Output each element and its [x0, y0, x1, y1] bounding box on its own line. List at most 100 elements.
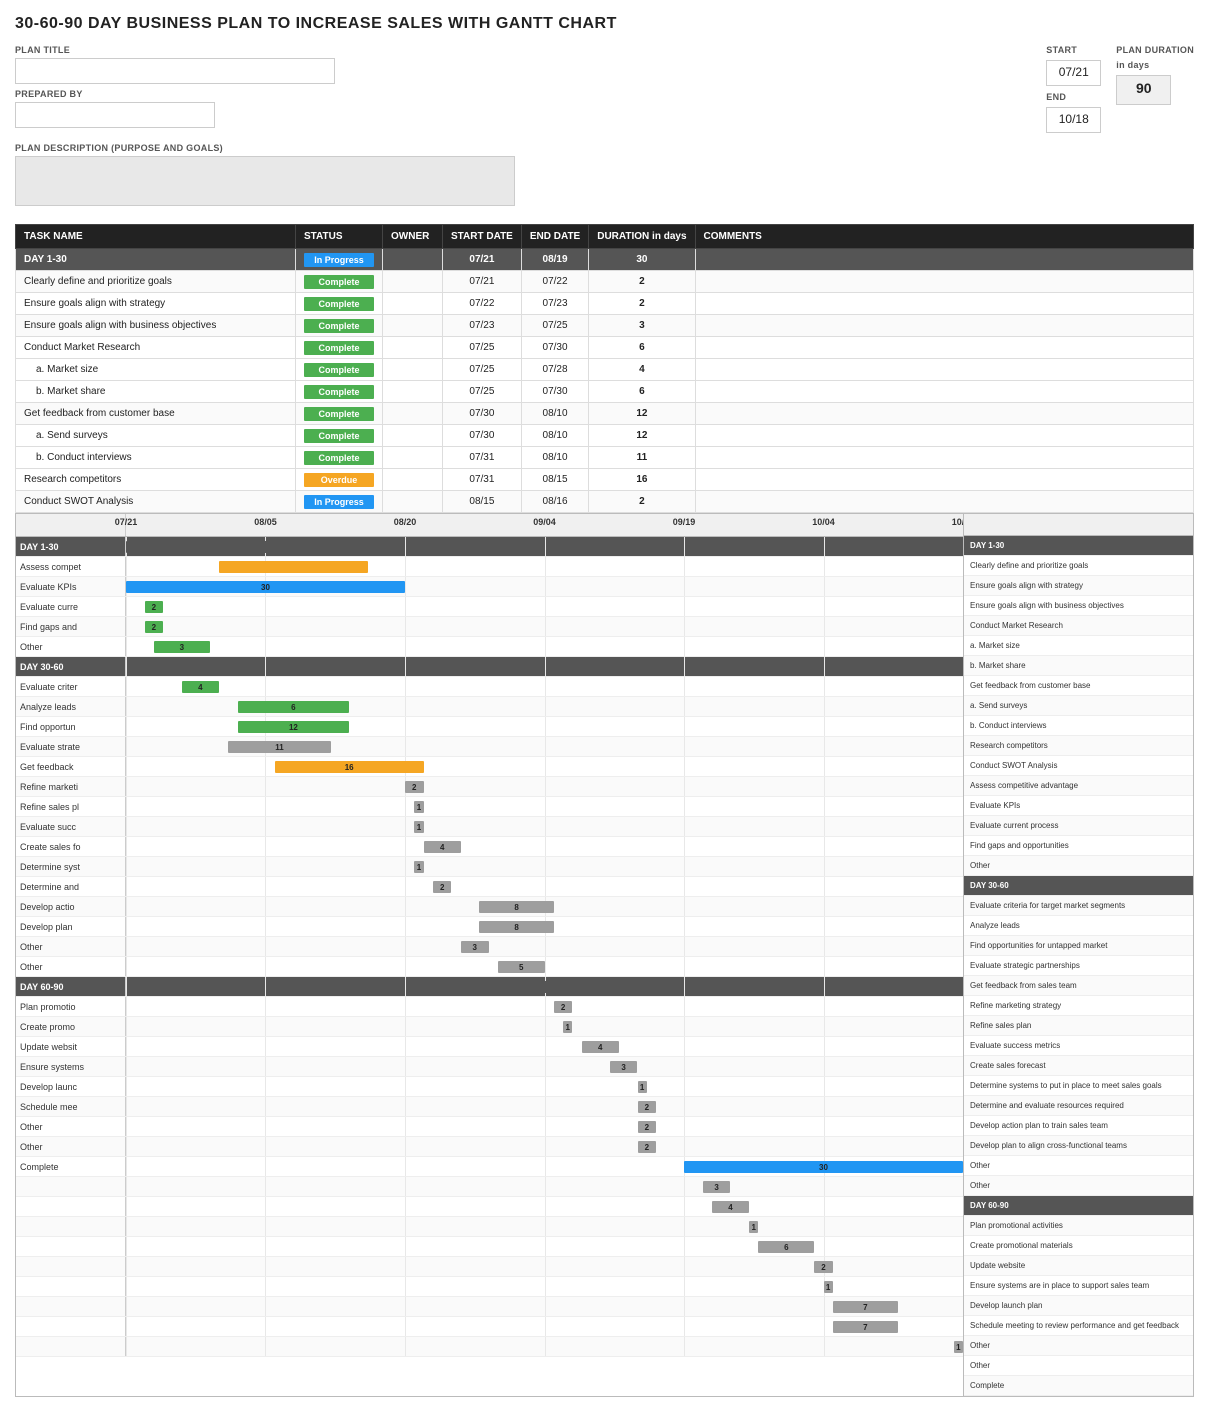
gantt-bar: 2: [433, 881, 452, 893]
gantt-bar-area: [126, 657, 963, 676]
gantt-bar: 1: [414, 801, 423, 813]
gantt-row: Evaluate strate11: [16, 737, 963, 757]
gantt-row: 1: [16, 1337, 963, 1357]
gantt-row-label: Evaluate criter: [16, 677, 126, 696]
task-duration: 2: [589, 271, 695, 293]
legend-item: Develop launch plan: [964, 1296, 1193, 1316]
gantt-bar-area: 8: [126, 917, 963, 936]
gantt-bar-area: 3: [126, 937, 963, 956]
gantt-bar: 16: [275, 761, 424, 773]
task-owner: [383, 315, 443, 337]
task-end: 07/25: [521, 315, 588, 337]
gantt-row: Create promo1: [16, 1017, 963, 1037]
gantt-bar-area: 6: [126, 697, 963, 716]
gantt-bar: 2: [814, 1261, 833, 1273]
gantt-bar-area: 5: [126, 957, 963, 976]
gantt-bar-area: 7: [126, 1297, 963, 1316]
description-input[interactable]: [15, 156, 515, 206]
task-duration: 3: [589, 315, 695, 337]
gantt-bar-area: 30: [126, 577, 963, 596]
legend-item: Get feedback from sales team: [964, 976, 1193, 996]
gantt-bar: 2: [405, 781, 424, 793]
gantt-row-label: Develop launc: [16, 1077, 126, 1096]
gantt-row-label: [16, 1297, 126, 1316]
gantt-row: 7: [16, 1297, 963, 1317]
task-comments: [695, 425, 1193, 447]
gantt-bar-area: 6: [126, 1237, 963, 1256]
gantt-bar-area: 2: [126, 1137, 963, 1156]
legend-item: Conduct SWOT Analysis: [964, 756, 1193, 776]
gantt-bar: 1: [638, 1081, 647, 1093]
legend-item: Find opportunities for untapped market: [964, 936, 1193, 956]
gantt-dates: 07/2108/0508/2009/0409/1910/0410/19: [126, 514, 963, 536]
task-comments: [695, 381, 1193, 403]
legend-item: DAY 60-90: [964, 1196, 1193, 1216]
legend-item: Other: [964, 1336, 1193, 1356]
task-name: Clearly define and prioritize goals: [16, 271, 296, 293]
gantt-row-label: Update websit: [16, 1037, 126, 1056]
duration-unit: in days: [1116, 60, 1194, 70]
task-status: In Progress: [296, 491, 383, 513]
task-owner: [383, 293, 443, 315]
gantt-bar: 2: [145, 601, 164, 613]
gantt-row: 1: [16, 1277, 963, 1297]
task-end: 07/22: [521, 271, 588, 293]
legend-item: Determine systems to put in place to mee…: [964, 1076, 1193, 1096]
gantt-bar: 2: [638, 1141, 657, 1153]
task-status: Complete: [296, 337, 383, 359]
gantt-row-label: [16, 1197, 126, 1216]
legend-item: Get feedback from customer base: [964, 676, 1193, 696]
legend-item: Analyze leads: [964, 916, 1193, 936]
gantt-row-label: [16, 1177, 126, 1196]
gantt-row-label: Plan promotio: [16, 997, 126, 1016]
task-start: 07/25: [443, 359, 522, 381]
task-owner: [383, 447, 443, 469]
gantt-bar-area: 3: [126, 1057, 963, 1076]
task-end: 08/10: [521, 403, 588, 425]
task-table: TASK NAME STATUS OWNER START DATE END DA…: [15, 224, 1194, 513]
gantt-bar-area: 1: [126, 857, 963, 876]
gantt-row: Refine marketi2: [16, 777, 963, 797]
gantt-bar: [535, 981, 572, 993]
legend-item: Find gaps and opportunities: [964, 836, 1193, 856]
gantt-bar-area: 4: [126, 677, 963, 696]
gantt-row: 6: [16, 1237, 963, 1257]
gantt-row-label: DAY 1-30: [16, 537, 126, 556]
plan-title-input[interactable]: [15, 58, 335, 84]
gantt-row: Develop launc 1: [16, 1077, 963, 1097]
gantt-row: Update websit4: [16, 1037, 963, 1057]
task-start: 07/30: [443, 403, 522, 425]
task-comments: [695, 271, 1193, 293]
end-date: 10/18: [1046, 107, 1101, 133]
task-owner: [383, 491, 443, 513]
gantt-section: 07/2108/0508/2009/0409/1910/0410/19 DAY …: [15, 513, 1194, 1397]
task-name: Get feedback from customer base: [16, 403, 296, 425]
prepared-by-input[interactable]: [15, 102, 215, 128]
legend-item: Ensure goals align with business objecti…: [964, 596, 1193, 616]
task-end: 07/23: [521, 293, 588, 315]
legend-item: Create sales forecast: [964, 1056, 1193, 1076]
header-section: PLAN TITLE PREPARED BY START 07/21 END 1…: [15, 45, 1194, 133]
gantt-row-label: [16, 1337, 126, 1356]
task-comments: [695, 447, 1193, 469]
gantt-row: Analyze leads6: [16, 697, 963, 717]
gantt-bar: 7: [833, 1301, 898, 1313]
start-date: 07/21: [1046, 60, 1101, 86]
task-status: Complete: [296, 271, 383, 293]
gantt-bar: 8: [479, 921, 553, 933]
gantt-row: Evaluate criter4: [16, 677, 963, 697]
legend-item: Develop action plan to train sales team: [964, 1116, 1193, 1136]
gantt-row: Develop actio8: [16, 897, 963, 917]
gantt-row: Assess compet: [16, 557, 963, 577]
gantt-row-label: [16, 1217, 126, 1236]
gantt-row: Create sales fo4: [16, 837, 963, 857]
task-comments: [695, 315, 1193, 337]
gantt-row: Plan promotio2: [16, 997, 963, 1017]
gantt-date-label: 07/21: [115, 517, 138, 527]
gantt-bar: 1: [414, 861, 423, 873]
gantt-row-label: Create sales fo: [16, 837, 126, 856]
legend-item: DAY 1-30: [964, 536, 1193, 556]
task-start: 07/22: [443, 293, 522, 315]
task-name: b. Conduct interviews: [16, 447, 296, 469]
task-owner: [383, 381, 443, 403]
